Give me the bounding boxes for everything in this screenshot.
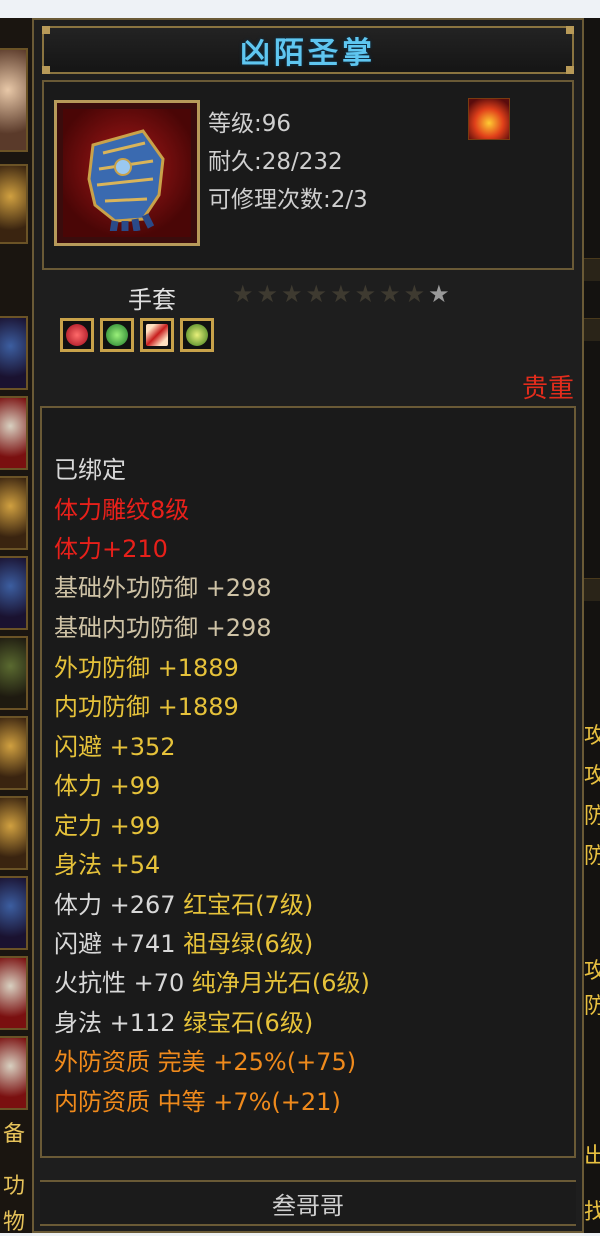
equip-slot-2[interactable] <box>0 396 28 470</box>
frame-corner <box>42 66 50 74</box>
right-band <box>584 578 600 601</box>
attribute-list: 已绑定 体力雕纹8级 体力+210 基础外功防御 +298 基础内功防御 +29… <box>40 406 576 1158</box>
gem-attr-line: 火抗性 +70 纯净月光石(6级) <box>54 963 370 998</box>
attr-line: 体力+210 <box>54 535 168 563</box>
frame-corner <box>566 26 574 34</box>
owner-bar: 叁哥哥 <box>40 1180 576 1226</box>
star-icon: ★ <box>232 280 254 308</box>
left-label-item[interactable]: 物 <box>0 1204 28 1236</box>
item-type-panel: 手套 ★ ★ ★ ★ ★ ★ ★ ★ ★ 贵重 <box>42 272 574 404</box>
gem-attr-line: 身法 +112 绿宝石(6级) <box>54 1003 313 1038</box>
right-side-panel: 攻 攻 防 防 攻 防 出 找 <box>584 18 600 1233</box>
star-icon: ★ <box>428 280 450 308</box>
item-tooltip: 凶陌圣掌 等级:96 耐久:28/232 可修理次数:2/3 手套 ★ ★ ★ ★ ★ ★… <box>32 18 584 1233</box>
left-label-skill[interactable]: 功 <box>0 1168 28 1200</box>
attr-line: 基础内功防御 +298 <box>54 614 272 642</box>
star-icon: ★ <box>379 280 401 308</box>
star-icon: ★ <box>330 280 352 308</box>
item-type: 手套 <box>128 286 176 314</box>
quality-line: 外防资质 完美 +25%(+75) <box>54 1048 357 1076</box>
equip-slot-9[interactable] <box>0 956 28 1030</box>
item-repair-count: 可修理次数:2/3 <box>208 187 368 213</box>
right-label: 防 <box>584 994 600 1019</box>
right-label: 防 <box>584 804 600 829</box>
gem-color <box>66 324 88 346</box>
item-icon-background <box>63 109 191 237</box>
right-label: 找 <box>584 1200 600 1225</box>
equip-slot-8[interactable] <box>0 876 28 950</box>
right-label: 攻 <box>584 724 600 749</box>
gem-socket-row <box>60 318 214 352</box>
precious-tag: 贵重 <box>521 374 574 404</box>
right-band <box>584 258 600 281</box>
attr-line: 外功防御 +1889 <box>54 654 239 682</box>
flame-icon <box>468 98 510 140</box>
attr-base: 身法 +112 <box>54 1009 184 1037</box>
title-bar: 凶陌圣掌 <box>42 26 574 74</box>
gauntlet-icon <box>87 129 165 234</box>
owner-name: 叁哥哥 <box>272 1191 344 1220</box>
gem-attr-line: 体力 +267 红宝石(7级) <box>54 885 313 920</box>
equip-slot-7[interactable] <box>0 796 28 870</box>
gem-attr-line: 闪避 +741 祖母绿(6级) <box>54 924 313 959</box>
gem-color <box>106 324 128 346</box>
item-name: 凶陌圣掌 <box>240 36 376 71</box>
star-icon: ★ <box>281 280 303 308</box>
attr-line: 体力 +99 <box>54 772 161 800</box>
attr-base: 火抗性 +70 <box>54 969 192 997</box>
right-band <box>584 318 600 341</box>
star-icon: ★ <box>354 280 377 308</box>
green-orb-gem-icon[interactable] <box>180 318 214 352</box>
equip-slot-4[interactable] <box>0 556 28 630</box>
frame-corner <box>566 66 574 74</box>
attr-line: 身法 +54 <box>54 851 161 879</box>
attr-line: 定力 +99 <box>54 812 161 840</box>
equip-slot-1[interactable] <box>0 316 28 390</box>
attr-line: 已绑定 <box>54 456 126 484</box>
red-gem-icon[interactable] <box>60 318 94 352</box>
attr-line: 内功防御 +1889 <box>54 693 239 721</box>
right-label: 攻 <box>584 959 600 984</box>
item-level: 等级:96 <box>208 111 292 137</box>
sword-gem-icon[interactable] <box>140 318 174 352</box>
equip-slot-5[interactable] <box>0 636 28 710</box>
star-icon: ★ <box>403 280 426 308</box>
gem-name: 祖母绿(6级) <box>183 930 314 958</box>
attr-line: 基础外功防御 +298 <box>54 574 272 602</box>
left-label-equip[interactable]: 备 <box>0 1116 28 1148</box>
gem-name: 红宝石(7级) <box>183 891 314 919</box>
gem-color <box>146 324 168 346</box>
right-label: 出 <box>584 1144 600 1169</box>
gem-name: 绿宝石(6级) <box>183 1009 314 1037</box>
attr-base: 体力 +267 <box>54 891 184 919</box>
attr-line: 体力雕纹8级 <box>54 496 190 524</box>
item-icon-frame <box>54 100 200 246</box>
bag-slot[interactable] <box>0 164 28 244</box>
green-gem-icon[interactable] <box>100 318 134 352</box>
star-icon: ★ <box>305 280 328 308</box>
gem-name: 纯净月光石(6级) <box>191 969 370 997</box>
star-icon: ★ <box>256 280 279 308</box>
right-label: 攻 <box>584 764 600 789</box>
item-durability: 耐久:28/232 <box>208 149 343 175</box>
equip-slot-6[interactable] <box>0 716 28 790</box>
frame-corner <box>42 26 50 34</box>
right-label: 防 <box>584 844 600 869</box>
star-rating: ★ ★ ★ ★ ★ ★ ★ ★ ★ <box>232 282 450 306</box>
attr-line: 闪避 +352 <box>54 733 176 761</box>
left-side-panel: 备 功 物 <box>0 18 32 1236</box>
quality-line: 内防资质 中等 +7%(+21) <box>54 1088 341 1116</box>
gem-color <box>186 324 208 346</box>
equip-slot-3[interactable] <box>0 476 28 550</box>
character-portrait[interactable] <box>0 48 28 152</box>
attr-base: 闪避 +741 <box>54 930 184 958</box>
item-summary-panel: 等级:96 耐久:28/232 可修理次数:2/3 <box>42 80 574 270</box>
equip-slot-10[interactable] <box>0 1036 28 1110</box>
